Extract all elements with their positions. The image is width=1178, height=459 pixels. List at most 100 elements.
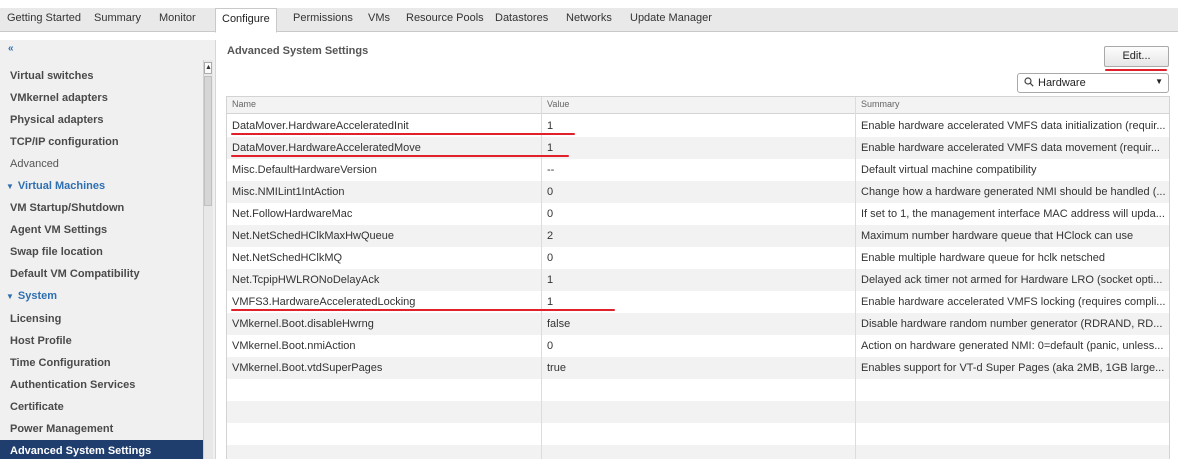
setting-value: 1 bbox=[547, 296, 554, 308]
table-row[interactable]: VMkernel.Boot.vtdSuperPages true Enables… bbox=[227, 357, 1169, 379]
settings-sidebar: « ▲ Virtual switches VMkernel adapters P… bbox=[0, 40, 216, 459]
table-header: Name Value Summary bbox=[227, 97, 1169, 114]
annotation-underline bbox=[231, 133, 575, 135]
sidebar-item-advanced[interactable]: Advanced bbox=[10, 153, 202, 175]
search-icon bbox=[1024, 77, 1034, 87]
table-row[interactable]: Misc.DefaultHardwareVersion -- Default v… bbox=[227, 159, 1169, 181]
setting-value: 1 bbox=[547, 120, 554, 132]
sidebar-item-tcpip-configuration[interactable]: TCP/IP configuration bbox=[10, 131, 202, 153]
setting-value: 0 bbox=[547, 186, 554, 198]
settings-table: Name Value Summary DataMover.HardwareAcc… bbox=[226, 96, 1170, 459]
setting-value: true bbox=[547, 362, 566, 374]
sidebar-section-system[interactable]: ▼ System bbox=[6, 285, 57, 307]
setting-value: 0 bbox=[547, 208, 554, 220]
setting-summary: If set to 1, the management interface MA… bbox=[861, 208, 1165, 220]
setting-name: Net.FollowHardwareMac bbox=[232, 208, 353, 220]
sidebar-item-power-management[interactable]: Power Management bbox=[10, 418, 202, 440]
chevron-down-icon: ▼ bbox=[6, 182, 14, 191]
setting-value: 0 bbox=[547, 340, 554, 352]
setting-name: Net.TcpipHWLRONoDelayAck bbox=[232, 274, 380, 286]
main-panel: Advanced System Settings Edit... Hardwar… bbox=[217, 40, 1178, 459]
sidebar-item-time-configuration[interactable]: Time Configuration bbox=[10, 352, 202, 374]
table-row[interactable]: Net.TcpipHWLRONoDelayAck 1 Delayed ack t… bbox=[227, 269, 1169, 291]
annotation-underline bbox=[1105, 69, 1167, 71]
sidebar-item-certificate[interactable]: Certificate bbox=[10, 396, 202, 418]
setting-summary: Maximum number hardware queue that HCloc… bbox=[861, 230, 1134, 242]
tab-monitor[interactable]: Monitor bbox=[159, 12, 196, 24]
tab-permissions[interactable]: Permissions bbox=[293, 12, 353, 24]
setting-summary: Delayed ack timer not armed for Hardware… bbox=[861, 274, 1163, 286]
top-tab-bar: Getting Started Summary Monitor Configur… bbox=[0, 0, 1178, 33]
empty-row bbox=[227, 401, 1169, 423]
tab-vms[interactable]: VMs bbox=[368, 12, 390, 24]
setting-name: Misc.DefaultHardwareVersion bbox=[232, 164, 377, 176]
sidebar-item-vm-startup-shutdown[interactable]: VM Startup/Shutdown bbox=[10, 197, 202, 219]
chevron-down-icon: ▼ bbox=[6, 292, 14, 301]
setting-value: 1 bbox=[547, 274, 554, 286]
setting-name: Misc.NMILint1IntAction bbox=[232, 186, 345, 198]
section-label: System bbox=[17, 290, 58, 302]
column-header-summary[interactable]: Summary bbox=[861, 99, 900, 109]
setting-value: -- bbox=[547, 164, 555, 176]
scroll-thumb[interactable] bbox=[204, 76, 212, 206]
table-row[interactable]: Net.NetSchedHClkMQ 0 Enable multiple har… bbox=[227, 247, 1169, 269]
column-divider[interactable] bbox=[855, 97, 856, 459]
tab-resource-pools[interactable]: Resource Pools bbox=[406, 12, 484, 24]
setting-name: Net.NetSchedHClkMQ bbox=[232, 252, 343, 264]
sidebar-item-swap-file-location[interactable]: Swap file location bbox=[10, 241, 202, 263]
table-row[interactable]: Misc.NMILint1IntAction 0 Change how a ha… bbox=[227, 181, 1169, 203]
sidebar-item-licensing[interactable]: Licensing bbox=[10, 308, 202, 330]
collapse-panel-icon[interactable]: « bbox=[8, 43, 14, 54]
filter-search-input[interactable]: Hardware ▼ bbox=[1017, 73, 1169, 93]
chevron-down-icon[interactable]: ▼ bbox=[1155, 77, 1163, 86]
tab-summary[interactable]: Summary bbox=[94, 12, 141, 24]
setting-value: 1 bbox=[547, 142, 554, 154]
setting-value: 0 bbox=[547, 252, 554, 264]
edit-button[interactable]: Edit... bbox=[1104, 46, 1169, 67]
tab-configure[interactable]: Configure bbox=[215, 8, 277, 33]
section-label: Virtual Machines bbox=[17, 180, 106, 192]
sidebar-item-agent-vm-settings[interactable]: Agent VM Settings bbox=[10, 219, 202, 241]
setting-name: DataMover.HardwareAcceleratedMove bbox=[232, 142, 421, 154]
setting-summary: Enables support for VT-d Super Pages (ak… bbox=[861, 362, 1165, 374]
table-row[interactable]: Net.FollowHardwareMac 0 If set to 1, the… bbox=[227, 203, 1169, 225]
sidebar-item-physical-adapters[interactable]: Physical adapters bbox=[10, 109, 202, 131]
setting-name: VMkernel.Boot.nmiAction bbox=[232, 340, 356, 352]
empty-row bbox=[227, 423, 1169, 445]
setting-name: VMFS3.HardwareAcceleratedLocking bbox=[232, 296, 416, 308]
annotation-underline bbox=[231, 309, 615, 311]
table-row[interactable]: VMkernel.Boot.nmiAction 0 Action on hard… bbox=[227, 335, 1169, 357]
setting-value: 2 bbox=[547, 230, 554, 242]
column-divider[interactable] bbox=[541, 97, 542, 459]
setting-name: Net.NetSchedHClkMaxHwQueue bbox=[232, 230, 395, 242]
empty-row bbox=[227, 379, 1169, 401]
tab-datastores[interactable]: Datastores bbox=[495, 12, 548, 24]
scroll-up-arrow-icon[interactable]: ▲ bbox=[204, 62, 212, 74]
setting-summary: Enable hardware accelerated VMFS data in… bbox=[861, 120, 1166, 132]
setting-summary: Enable hardware accelerated VMFS locking… bbox=[861, 296, 1166, 308]
setting-summary: Action on hardware generated NMI: 0=defa… bbox=[861, 340, 1164, 352]
setting-summary: Change how a hardware generated NMI shou… bbox=[861, 186, 1166, 198]
table-row[interactable]: Net.NetSchedHClkMaxHwQueue 2 Maximum num… bbox=[227, 225, 1169, 247]
column-header-value[interactable]: Value bbox=[547, 99, 569, 109]
setting-value: false bbox=[547, 318, 571, 330]
setting-name: VMkernel.Boot.vtdSuperPages bbox=[232, 362, 383, 374]
setting-summary: Enable hardware accelerated VMFS data mo… bbox=[861, 142, 1160, 154]
sidebar-item-authentication-services[interactable]: Authentication Services bbox=[10, 374, 202, 396]
tab-getting-started[interactable]: Getting Started bbox=[7, 12, 81, 24]
sidebar-item-virtual-switches[interactable]: Virtual switches bbox=[10, 65, 202, 87]
sidebar-item-advanced-system-settings[interactable]: Advanced System Settings bbox=[0, 440, 203, 459]
sidebar-item-vmkernel-adapters[interactable]: VMkernel adapters bbox=[10, 87, 202, 109]
column-header-name[interactable]: Name bbox=[232, 99, 256, 109]
search-value: Hardware bbox=[1038, 77, 1086, 89]
table-row[interactable]: VMkernel.Boot.disableHwrng false Disable… bbox=[227, 313, 1169, 335]
tab-networks[interactable]: Networks bbox=[566, 12, 612, 24]
setting-name: DataMover.HardwareAcceleratedInit bbox=[232, 120, 409, 132]
sidebar-section-virtual-machines[interactable]: ▼ Virtual Machines bbox=[6, 175, 105, 197]
setting-summary: Disable hardware random number generator… bbox=[861, 318, 1163, 330]
annotation-underline bbox=[231, 155, 569, 157]
sidebar-item-host-profile[interactable]: Host Profile bbox=[10, 330, 202, 352]
sidebar-item-default-vm-compatibility[interactable]: Default VM Compatibility bbox=[10, 263, 202, 285]
tab-update-manager[interactable]: Update Manager bbox=[630, 12, 712, 24]
empty-row bbox=[227, 445, 1169, 459]
